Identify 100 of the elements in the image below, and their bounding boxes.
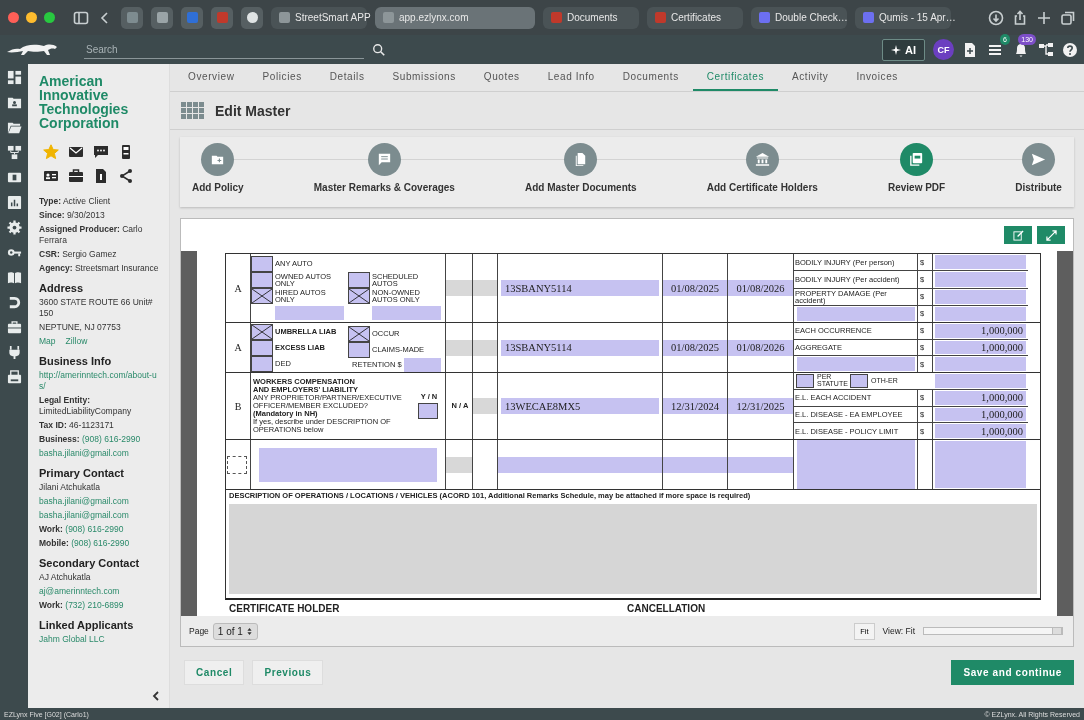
- limit-field[interactable]: [935, 272, 1026, 287]
- mail-icon[interactable]: [68, 144, 84, 160]
- checkbox[interactable]: [251, 356, 273, 372]
- input-field[interactable]: [473, 339, 497, 356]
- input-field[interactable]: [446, 280, 472, 296]
- printer-icon[interactable]: [6, 370, 22, 385]
- chart-icon[interactable]: [6, 195, 22, 210]
- plus-icon[interactable]: [1036, 9, 1052, 26]
- page-select[interactable]: 1 of 1: [212, 622, 258, 640]
- input-field[interactable]: [275, 306, 344, 320]
- star-icon[interactable]: [43, 144, 59, 160]
- browser-tab[interactable]: Certificates: [647, 6, 743, 29]
- settings-icon[interactable]: [6, 220, 22, 235]
- policy-number-field[interactable]: 13SBANY5114: [501, 339, 659, 356]
- policy-number-field[interactable]: 13WECAE8MX5: [501, 398, 659, 414]
- nav-tab[interactable]: Policies: [248, 64, 316, 91]
- nav-tab[interactable]: Invoices: [842, 64, 912, 91]
- expand-button[interactable]: [1037, 226, 1065, 244]
- link[interactable]: Zillow: [65, 336, 88, 347]
- nav-tab[interactable]: Certificates: [692, 64, 778, 91]
- pinned-tab[interactable]: [241, 6, 263, 29]
- link[interactable]: basha.jilani@gmail.com: [39, 496, 159, 507]
- limit-field[interactable]: [935, 306, 1026, 321]
- briefcase-icon[interactable]: [6, 320, 22, 335]
- link[interactable]: Jahm Global LLC: [39, 634, 159, 645]
- hierarchy-icon[interactable]: [1038, 41, 1054, 58]
- slider-thumb[interactable]: [1052, 627, 1062, 635]
- link[interactable]: basha.jilani@gmail.com: [39, 448, 159, 459]
- search-field[interactable]: Search: [84, 40, 364, 59]
- limit-field[interactable]: 1,000,000: [935, 390, 1026, 405]
- link[interactable]: aj@amerinntech.com: [39, 586, 159, 597]
- nav-tab[interactable]: Documents: [608, 64, 693, 91]
- window-control[interactable]: [8, 12, 19, 23]
- input-field[interactable]: [797, 306, 915, 321]
- checkbox[interactable]: [348, 326, 370, 342]
- nav-tab[interactable]: Overview: [174, 64, 249, 91]
- step-button[interactable]: [745, 143, 779, 176]
- window-control[interactable]: [44, 12, 55, 23]
- tabs-icon[interactable]: [1060, 9, 1076, 26]
- invoice-icon[interactable]: [93, 168, 109, 184]
- date-field[interactable]: 12/31/2024: [663, 398, 727, 414]
- pinned-tab[interactable]: [151, 6, 173, 29]
- plug-icon[interactable]: [6, 345, 22, 360]
- step-button[interactable]: [367, 143, 401, 176]
- date-field[interactable]: 01/08/2025: [663, 339, 727, 356]
- date-field[interactable]: 12/31/2025: [728, 398, 793, 414]
- checkbox[interactable]: [251, 288, 273, 304]
- input-field[interactable]: [403, 358, 441, 372]
- date-field[interactable]: 01/08/2026: [728, 339, 793, 356]
- folder-icon[interactable]: [6, 120, 22, 135]
- sidebar-icon[interactable]: [73, 9, 89, 26]
- checkbox[interactable]: [251, 340, 273, 356]
- link[interactable]: Map: [39, 336, 56, 347]
- checkbox[interactable]: [348, 342, 370, 358]
- user-avatar[interactable]: CF: [933, 39, 954, 60]
- step-button[interactable]: [900, 143, 934, 176]
- input-field[interactable]: [473, 280, 497, 296]
- link[interactable]: basha.jilani@gmail.com: [39, 510, 159, 521]
- ai-button[interactable]: AI: [882, 38, 925, 61]
- limit-field[interactable]: [935, 357, 1026, 371]
- checkbox[interactable]: [251, 324, 273, 340]
- input-field[interactable]: [935, 374, 1026, 388]
- share-icon[interactable]: [118, 168, 134, 184]
- date-field[interactable]: 01/08/2025: [663, 280, 727, 296]
- step-button[interactable]: [201, 143, 235, 176]
- nav-tab[interactable]: Lead Info: [533, 64, 609, 91]
- id-card-icon[interactable]: [43, 168, 59, 184]
- date-field[interactable]: 01/08/2026: [728, 280, 793, 296]
- collapse-icon[interactable]: [151, 690, 161, 702]
- action-button[interactable]: Previous: [252, 659, 324, 685]
- zoom-slider[interactable]: [923, 627, 1063, 635]
- description-field[interactable]: [229, 504, 1037, 594]
- bell-icon[interactable]: [1013, 41, 1029, 58]
- document-plus-icon[interactable]: [962, 41, 978, 58]
- limit-field[interactable]: 1,000,000: [935, 407, 1026, 422]
- browser-tab[interactable]: Double Check…: [751, 6, 847, 29]
- checkbox[interactable]: [251, 272, 273, 288]
- limit-field[interactable]: 1,000,000: [935, 324, 1026, 338]
- limit-field[interactable]: [935, 255, 1026, 270]
- briefcase-icon[interactable]: [68, 168, 84, 184]
- chat-icon[interactable]: [93, 144, 109, 160]
- step-button[interactable]: [1022, 143, 1056, 176]
- checkbox[interactable]: [796, 373, 814, 388]
- dashboard-icon[interactable]: [6, 70, 22, 85]
- input-field[interactable]: [372, 306, 441, 320]
- step-button[interactable]: [564, 143, 598, 176]
- checkbox[interactable]: [418, 403, 438, 419]
- checkbox[interactable]: [850, 373, 868, 388]
- nav-tab[interactable]: Details: [315, 64, 379, 91]
- browser-tab[interactable]: app.ezlynx.com: [375, 6, 535, 29]
- browser-tab[interactable]: Documents: [543, 6, 639, 29]
- limit-field[interactable]: 1,000,000: [935, 424, 1026, 438]
- nav-tab[interactable]: Quotes: [469, 64, 534, 91]
- input-field[interactable]: [473, 398, 497, 414]
- network-icon[interactable]: [6, 145, 22, 160]
- checkbox[interactable]: [348, 288, 370, 304]
- checkbox[interactable]: [251, 256, 273, 272]
- contact-folder-icon[interactable]: [6, 95, 22, 110]
- help-icon[interactable]: [1062, 41, 1078, 58]
- link[interactable]: http://amerinntech.com/about-us/: [39, 370, 159, 392]
